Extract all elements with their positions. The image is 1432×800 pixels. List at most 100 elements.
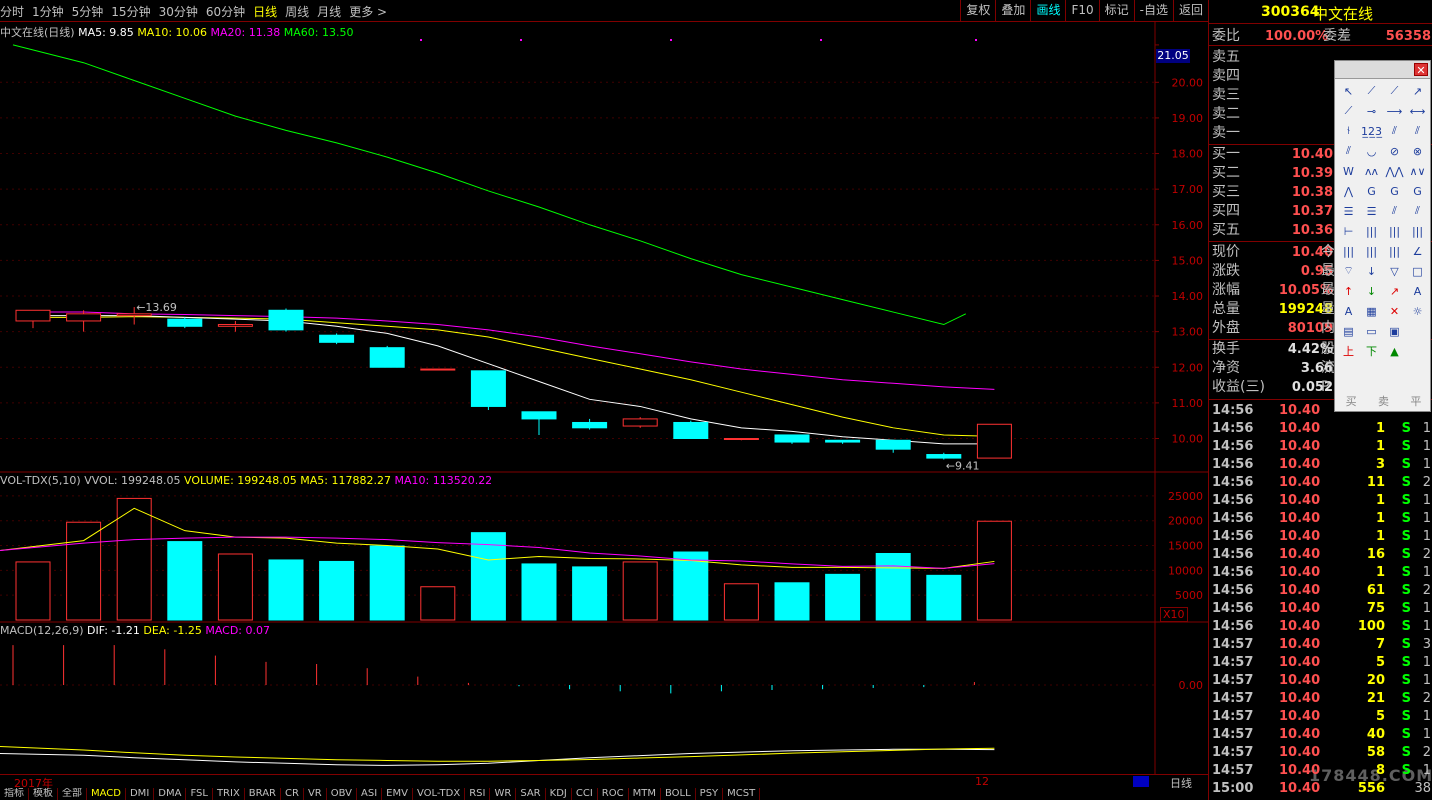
down-mark-icon[interactable]: 下: [1360, 341, 1383, 361]
indicator-tab-17[interactable]: SAR: [516, 788, 546, 800]
ray-icon[interactable]: ⟋: [1383, 81, 1406, 101]
lines-icon[interactable]: |||: [1337, 241, 1360, 261]
time-zone-icon[interactable]: |||: [1406, 221, 1429, 241]
fib-ext-icon[interactable]: ☰: [1360, 201, 1383, 221]
indicator-tab-22[interactable]: BOLL: [661, 788, 696, 800]
palette-order-label[interactable]: 平: [1410, 393, 1421, 409]
indicator-tab-12[interactable]: ASI: [357, 788, 383, 800]
palette-order-label[interactable]: 卖: [1378, 393, 1389, 409]
square-icon[interactable]: ▦: [1360, 301, 1383, 321]
scroll-thumb[interactable]: [1133, 776, 1149, 787]
delete-icon[interactable]: ✕: [1383, 301, 1406, 321]
segment-icon[interactable]: ⟋: [1337, 101, 1360, 121]
cycle-icon[interactable]: |||: [1360, 221, 1383, 241]
text-icon[interactable]: A: [1406, 281, 1429, 301]
arc-icon[interactable]: ◡: [1360, 141, 1383, 161]
channel-icon[interactable]: ⫽: [1406, 121, 1429, 141]
indicator-tab-9[interactable]: CR: [281, 788, 304, 800]
note-icon[interactable]: ▤: [1337, 321, 1360, 341]
speed-icon[interactable]: ⌔: [1337, 261, 1360, 281]
period-tab-4[interactable]: 30分钟: [159, 3, 198, 20]
period-tab-3[interactable]: 15分钟: [111, 3, 150, 20]
rectangle-icon[interactable]: □: [1406, 261, 1429, 281]
chart-svg[interactable]: 20.00 19.00 18.00 17.00 16.00 15.00 14.00 13.00…: [0, 22, 1208, 778]
period-tab-0[interactable]: 分时: [0, 3, 24, 20]
indicator-tab-6[interactable]: FSL: [186, 788, 213, 800]
tool-button-5[interactable]: -自选: [1133, 0, 1173, 22]
gann-box-icon[interactable]: G: [1406, 181, 1429, 201]
up-marker-icon[interactable]: ↑: [1337, 281, 1360, 301]
arrow-line-icon[interactable]: ↗: [1406, 81, 1429, 101]
count-icon[interactable]: 1̲2̲3̲: [1360, 121, 1383, 141]
swing-icon[interactable]: ∧∨: [1406, 161, 1429, 181]
indicator-tab-19[interactable]: CCI: [572, 788, 598, 800]
horizontal-ray-icon[interactable]: ⊸: [1360, 101, 1383, 121]
indicator-tab-14[interactable]: VOL-TDX: [413, 788, 466, 800]
gann-grid-icon[interactable]: G: [1383, 181, 1406, 201]
indicator-tab-7[interactable]: TRIX: [213, 788, 245, 800]
period-tab-8[interactable]: 月线: [317, 3, 341, 20]
fib-channel-icon[interactable]: ⫽: [1383, 201, 1406, 221]
period-tab-7[interactable]: 周线: [285, 3, 309, 20]
tool-button-6[interactable]: 返回: [1172, 0, 1208, 22]
palette-order-label[interactable]: 买: [1346, 393, 1357, 409]
fan-icon[interactable]: ⋀: [1337, 181, 1360, 201]
indicator-tab-5[interactable]: DMA: [154, 788, 187, 800]
indicator-tab-3[interactable]: MACD: [87, 788, 126, 800]
light-icon[interactable]: ☼: [1406, 301, 1429, 321]
fib-fan-icon[interactable]: ⫽: [1406, 201, 1429, 221]
palette-titlebar[interactable]: ✕: [1335, 61, 1430, 79]
cursor-icon[interactable]: ↖: [1337, 81, 1360, 101]
ellipse-icon[interactable]: ⊗: [1406, 141, 1429, 161]
down-marker-icon[interactable]: ↓: [1360, 281, 1383, 301]
wave-icon[interactable]: W: [1337, 161, 1360, 181]
close-icon[interactable]: ✕: [1414, 63, 1428, 77]
indicator-tab-21[interactable]: MTM: [629, 788, 661, 800]
up-mark-icon[interactable]: 上: [1337, 341, 1360, 361]
image-icon[interactable]: ▣: [1383, 321, 1406, 341]
indicator-tab-20[interactable]: ROC: [598, 788, 629, 800]
tool-button-1[interactable]: 叠加: [995, 0, 1030, 22]
gann-fan-icon[interactable]: G: [1360, 181, 1383, 201]
period-icon[interactable]: ⊢: [1337, 221, 1360, 241]
indicator-tab-16[interactable]: WR: [490, 788, 517, 800]
period-tab-6[interactable]: 日线: [253, 3, 277, 20]
ruler-icon[interactable]: ▭: [1360, 321, 1383, 341]
peaks-icon[interactable]: ⋀⋀: [1383, 161, 1406, 181]
angle-icon[interactable]: ∠: [1406, 241, 1429, 261]
indicator-tab-23[interactable]: PSY: [696, 788, 724, 800]
period-tab-1[interactable]: 1分钟: [32, 3, 64, 20]
indicator-tab-15[interactable]: RSI: [465, 788, 491, 800]
horizontal-segment-icon[interactable]: ⟷: [1406, 101, 1429, 121]
indicator-tab-1[interactable]: 模板: [29, 788, 58, 800]
indicator-tab-11[interactable]: OBV: [327, 788, 357, 800]
horizontal-line-icon[interactable]: ⟶: [1383, 101, 1406, 121]
tool-button-2[interactable]: 画线: [1030, 0, 1065, 22]
period-tab-5[interactable]: 60分钟: [206, 3, 245, 20]
indicator-tab-8[interactable]: BRAR: [245, 788, 281, 800]
indicator-tab-18[interactable]: KDJ: [546, 788, 572, 800]
indicator-tab-13[interactable]: EMV: [382, 788, 413, 800]
flag-icon[interactable]: ▲: [1383, 341, 1406, 361]
tool-button-4[interactable]: 标记: [1098, 0, 1134, 22]
period-tab-9[interactable]: 更多 >: [349, 3, 387, 20]
blank2-icon[interactable]: [1406, 341, 1429, 361]
indicator-tab-10[interactable]: VR: [304, 788, 327, 800]
fib-time-icon[interactable]: |||: [1383, 221, 1406, 241]
label-arrow-icon[interactable]: ↗: [1383, 281, 1406, 301]
indicator-tab-24[interactable]: MCST: [723, 788, 761, 800]
text-box-icon[interactable]: A: [1337, 301, 1360, 321]
triangle-icon[interactable]: ▽: [1383, 261, 1406, 281]
blank-icon[interactable]: [1406, 321, 1429, 341]
channel2-icon[interactable]: ⫽: [1337, 141, 1360, 161]
parallel-icon[interactable]: ⫽: [1383, 121, 1406, 141]
ratio-icon[interactable]: |||: [1383, 241, 1406, 261]
tool-button-3[interactable]: F10: [1065, 0, 1098, 22]
zigzag-icon[interactable]: ʌʌ: [1360, 161, 1383, 181]
indicator-tab-2[interactable]: 全部: [58, 788, 87, 800]
indicator-tab-4[interactable]: DMI: [126, 788, 155, 800]
fib-icon[interactable]: ☰: [1337, 201, 1360, 221]
down-arrow-icon[interactable]: ↓: [1360, 261, 1383, 281]
indicator-tab-0[interactable]: 指标: [0, 788, 29, 800]
bars-icon[interactable]: |||: [1360, 241, 1383, 261]
